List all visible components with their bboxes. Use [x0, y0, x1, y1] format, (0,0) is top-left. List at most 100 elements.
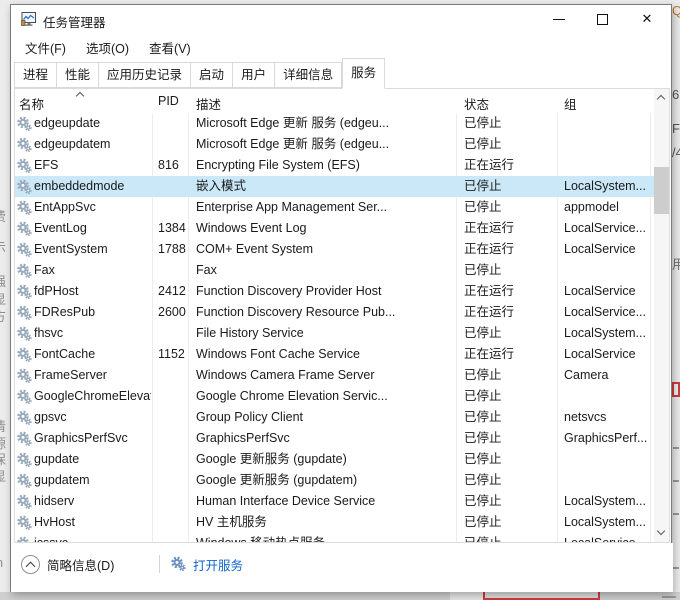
service-group: LocalSystem... [564, 491, 652, 512]
service-row-HvHost[interactable]: HvHostHV 主机服务已停止LocalSystem... [15, 512, 655, 533]
tab-0[interactable]: 进程 [14, 62, 57, 88]
service-row-Fax[interactable]: FaxFax已停止 [15, 260, 655, 281]
service-description: Human Interface Device Service [196, 491, 454, 512]
scroll-up-button[interactable] [654, 89, 669, 106]
window-controls: ✕ [537, 5, 669, 33]
service-row-edgeupdatem[interactable]: edgeupdatemMicrosoft Edge 更新 服务 (edgeu..… [15, 134, 655, 155]
maximize-button[interactable] [581, 5, 625, 33]
open-services-link[interactable]: 打开服务 [171, 553, 243, 575]
status-bar: 简略信息(D) 打开服务 [11, 543, 673, 592]
service-name: icssvc [34, 533, 151, 543]
service-name: HvHost [34, 512, 151, 533]
service-status: 正在运行 [464, 218, 554, 239]
service-row-hidserv[interactable]: hidservHuman Interface Device Service已停止… [15, 491, 655, 512]
service-gear-icon [17, 494, 32, 509]
service-row-EventLog[interactable]: EventLog1384Windows Event Log正在运行LocalSe… [15, 218, 655, 239]
background-glyph-fragment: in [0, 556, 3, 569]
service-row-FDResPub[interactable]: FDResPub2600Function Discovery Resource … [15, 302, 655, 323]
service-row-embeddedmode[interactable]: embeddedmode嵌入模式已停止LocalSystem... [15, 176, 655, 197]
tab-4[interactable]: 用户 [233, 62, 275, 88]
service-row-GraphicsPerfSvc[interactable]: GraphicsPerfSvcGraphicsPerfSvc已停止Graphic… [15, 428, 655, 449]
service-row-icssvc[interactable]: icssvcWindows 移动热点服务已停止LocalService [15, 533, 655, 543]
background-glyph-fragment: 显 [0, 293, 6, 306]
service-gear-icon [17, 179, 32, 194]
background-glyph-fragment: 用 [672, 258, 680, 271]
tab-5[interactable]: 详细信息 [275, 62, 342, 88]
column-header-3[interactable]: 状态 [464, 94, 489, 113]
service-group: LocalSystem... [564, 323, 652, 344]
background-smudge [673, 567, 679, 569]
tab-1[interactable]: 性能 [57, 62, 99, 88]
service-pid: 816 [158, 155, 194, 176]
service-row-gupdate[interactable]: gupdateGoogle 更新服务 (gupdate)已停止 [15, 449, 655, 470]
services-gear-icon [171, 556, 187, 572]
service-gear-icon [17, 452, 32, 467]
service-row-gpsvc[interactable]: gpsvcGroup Policy Client已停止netsvcs [15, 407, 655, 428]
scrollbar-thumb[interactable] [654, 167, 669, 214]
menu-item-1[interactable]: 选项(O) [76, 35, 139, 57]
vertical-scrollbar[interactable] [654, 89, 669, 542]
service-row-EventSystem[interactable]: EventSystem1788COM+ Event System正在运行Loca… [15, 239, 655, 260]
background-glyph-fragment: F9 [672, 122, 680, 135]
service-gear-icon [17, 221, 32, 236]
background-glyph-fragment: 费 [0, 210, 6, 223]
minimize-button[interactable] [537, 5, 581, 33]
tab-6-active[interactable]: 服务 [342, 58, 385, 89]
service-status: 正在运行 [464, 302, 554, 323]
sort-ascending-icon [77, 91, 84, 98]
service-name: gpsvc [34, 407, 151, 428]
close-button[interactable]: ✕ [625, 5, 669, 33]
service-row-fhsvc[interactable]: fhsvc File History Service 已停止 LocalSystem.… [15, 323, 655, 344]
service-status: 正在运行 [464, 155, 554, 176]
service-row-FrameServer[interactable]: FrameServerWindows Camera Frame Server已停… [15, 365, 655, 386]
service-row-fdPHost[interactable]: fdPHost2412Function Discovery Provider H… [15, 281, 655, 302]
service-status: 已停止 [464, 512, 554, 533]
service-status: 已停止 [464, 197, 554, 218]
background-glyph-fragment: /4 [672, 146, 680, 159]
service-group: GraphicsPerf... [564, 428, 652, 449]
service-gear-icon [17, 410, 32, 425]
service-row-FontCache[interactable]: FontCache1152Windows Font Cache Service正… [15, 344, 655, 365]
service-row-GoogleChromeElevation[interactable]: GoogleChromeElevation...Google Chrome El… [15, 386, 655, 407]
service-description: Function Discovery Resource Pub... [196, 302, 454, 323]
service-name: fhsvc [34, 323, 151, 344]
title-bar: 任务管理器 ✕ [11, 5, 671, 33]
column-header-0[interactable]: 名称 [19, 94, 44, 113]
service-gear-icon [17, 347, 32, 362]
column-header-1[interactable]: PID [158, 94, 179, 108]
service-status: 已停止 [464, 323, 554, 344]
service-name: GraphicsPerfSvc [34, 428, 151, 449]
service-row-EntAppSvc[interactable]: EntAppSvcEnterprise App Management Ser..… [15, 197, 655, 218]
service-group: LocalService [564, 533, 652, 543]
column-header-4[interactable]: 组 [564, 94, 577, 113]
service-description: Windows Font Cache Service [196, 344, 454, 365]
column-header-2[interactable]: 描述 [196, 94, 221, 113]
service-name: edgeupdate [34, 113, 151, 134]
service-name: embeddedmode [34, 176, 151, 197]
service-row-edgeupdate[interactable]: edgeupdateMicrosoft Edge 更新 服务 (edgeu...… [15, 113, 655, 134]
service-description: 嵌入模式 [196, 176, 454, 197]
background-smudge [673, 447, 679, 449]
task-manager-icon [21, 11, 37, 27]
service-status: 已停止 [464, 407, 554, 428]
open-services-label: 打开服务 [193, 555, 243, 574]
service-row-gupdatem[interactable]: gupdatemGoogle 更新服务 (gupdatem)已停止 [15, 470, 655, 491]
service-gear-icon [17, 389, 32, 404]
service-status: 正在运行 [464, 281, 554, 302]
service-row-EFS[interactable]: EFS816Encrypting File System (EFS)正在运行 [15, 155, 655, 176]
service-name: EventLog [34, 218, 151, 239]
service-description: File History Service [196, 323, 454, 344]
service-name: Fax [34, 260, 151, 281]
background-glyph-fragment: 强 [0, 275, 6, 288]
menu-item-2[interactable]: 查看(V) [139, 35, 201, 57]
service-name: EventSystem [34, 239, 151, 260]
service-group: Camera [564, 365, 652, 386]
menu-item-0[interactable]: 文件(F) [15, 35, 76, 57]
service-status: 已停止 [464, 449, 554, 470]
details-toggle-button[interactable]: 简略信息(D) [21, 553, 114, 575]
background-smudge [673, 480, 679, 482]
tab-2[interactable]: 应用历史记录 [99, 62, 191, 88]
tab-3[interactable]: 启动 [191, 62, 233, 88]
scroll-down-button[interactable] [654, 525, 669, 542]
service-gear-icon [17, 137, 32, 152]
